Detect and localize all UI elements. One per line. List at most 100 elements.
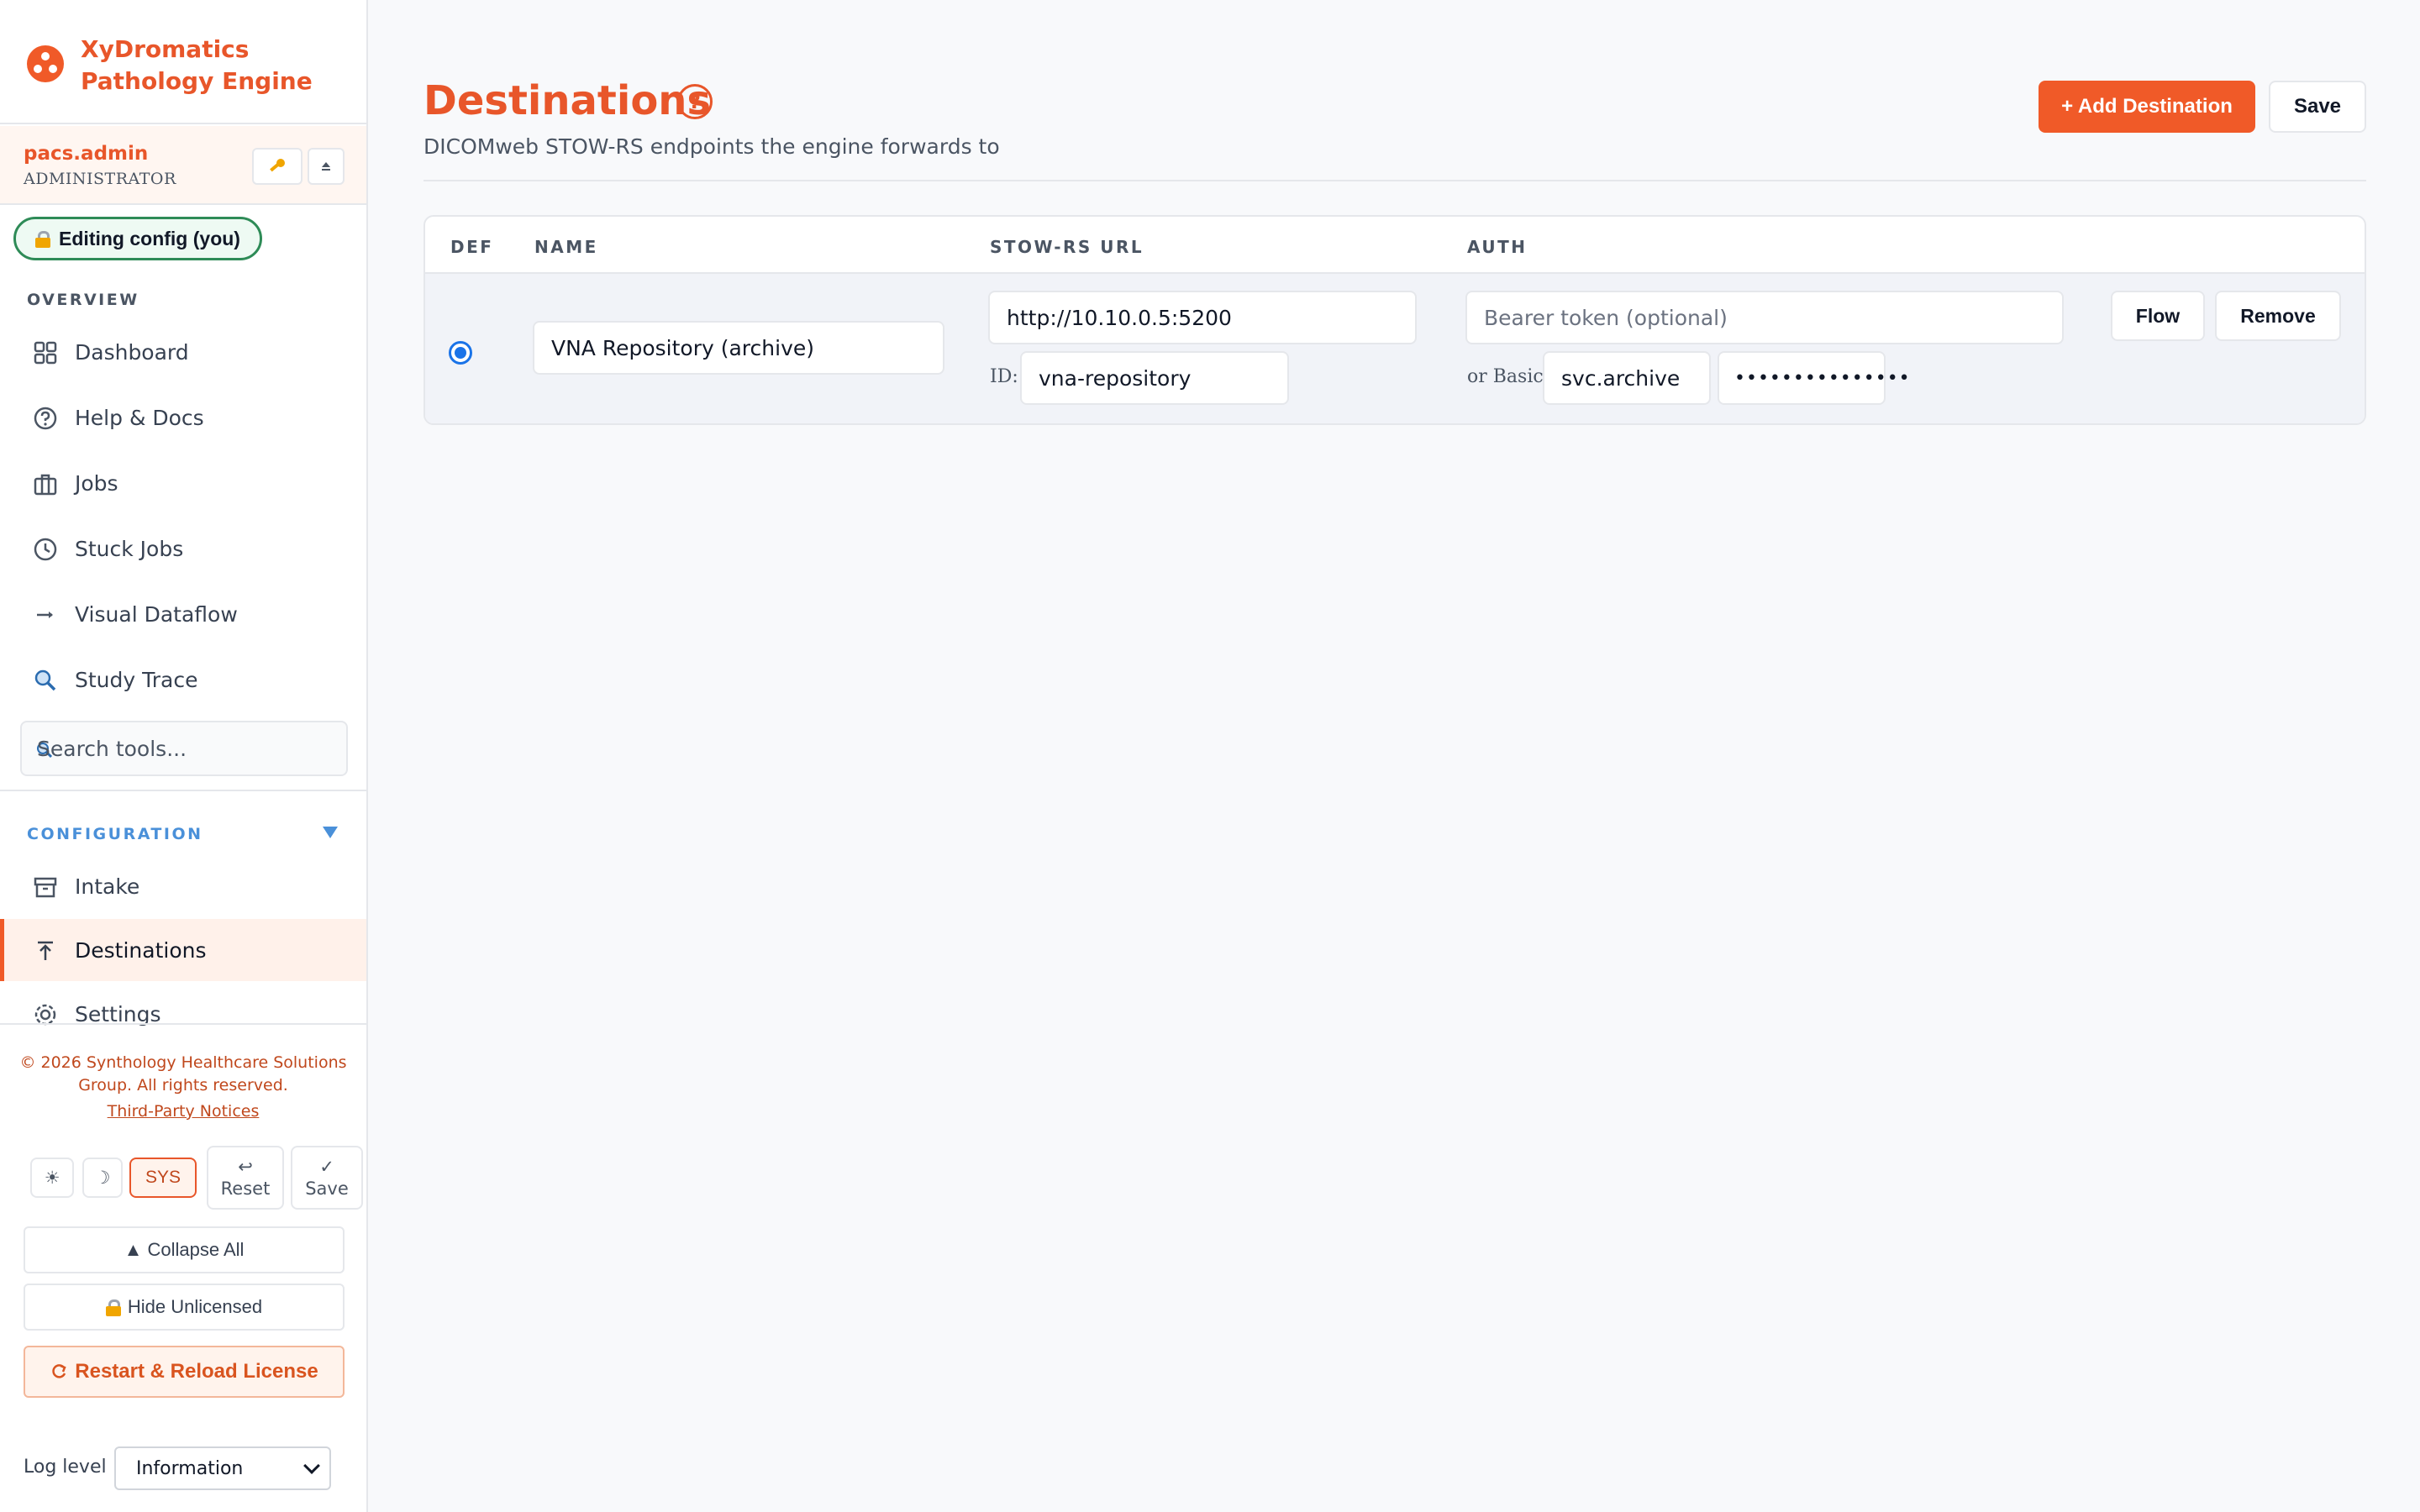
column-header-auth: AUTH (1467, 237, 1528, 257)
sidebar-divider (0, 790, 366, 791)
bearer-token-field (1465, 291, 2064, 344)
restart-label: Restart & Reload License (75, 1360, 318, 1383)
collapse-configuration-toggle[interactable] (323, 827, 338, 838)
editing-config-badge: Editing config (you) (13, 217, 262, 260)
sidebar-item-intake[interactable]: Intake (0, 855, 366, 917)
arrow-right-icon (37, 612, 53, 618)
basic-password-value: ••••••••••••••• (1734, 368, 1911, 389)
sidebar-item-help-docs[interactable]: Help & Docs (0, 386, 366, 449)
hide-unlicensed-label: Hide Unlicensed (127, 1296, 263, 1317)
help-icon (34, 407, 57, 430)
tool-search-box (20, 721, 348, 776)
log-level-select[interactable]: Information (114, 1446, 331, 1490)
eject-icon (322, 162, 330, 171)
collapse-all-button[interactable]: ▲ Collapse All (24, 1226, 345, 1273)
sidebar-item-label: Destinations (75, 937, 207, 963)
chevron-down-icon (303, 1457, 320, 1474)
moon-icon: ☽ (94, 1168, 111, 1188)
remove-button[interactable]: Remove (2215, 291, 2341, 341)
sidebar-item-dashboard[interactable]: Dashboard (0, 321, 366, 383)
sidebar-item-settings[interactable]: Settings (0, 983, 366, 1026)
destination-name-field (533, 321, 944, 375)
stow-url-input[interactable] (1007, 292, 1402, 343)
refresh-icon (52, 1364, 66, 1378)
save-label: Save (305, 1179, 349, 1199)
sidebar-item-label: Intake (75, 874, 140, 899)
editing-config-label: Editing config (you) (59, 227, 240, 249)
help-icon[interactable]: ? (677, 84, 713, 119)
basic-password-field[interactable]: ••••••••••••••• (1718, 351, 1910, 405)
add-destination-button[interactable]: + Add Destination (2039, 81, 2255, 133)
sidebar-item-label: Help & Docs (75, 405, 204, 430)
sidebar-item-stuck-jobs[interactable]: Stuck Jobs (0, 517, 366, 580)
theme-system-label: SYS (145, 1168, 182, 1187)
destination-name-input[interactable] (551, 323, 929, 373)
sidebar-item-destinations[interactable]: Destinations (0, 919, 366, 981)
destination-id-input[interactable] (1039, 353, 1274, 403)
bearer-token-input[interactable] (1484, 292, 2047, 343)
basic-auth-label: or Basic: (1467, 366, 1550, 387)
sidebar-footer-divider (0, 1023, 366, 1025)
destination-id-field (1020, 351, 1289, 405)
id-label: ID: (990, 366, 1018, 387)
sidebar-item-jobs[interactable]: Jobs (0, 452, 366, 514)
basic-user-input[interactable] (1561, 353, 1704, 403)
sidebar: XyDromatics Pathology Engine pacs.admin … (0, 0, 368, 1512)
flow-button[interactable]: Flow (2111, 291, 2205, 341)
log-level-value: Information (136, 1458, 244, 1479)
clock-icon (34, 538, 57, 561)
help-glyph: ? (689, 90, 701, 113)
sidebar-item-study-trace[interactable]: Study Trace (0, 648, 366, 711)
tool-search-input[interactable] (37, 722, 339, 774)
title-divider (424, 180, 2366, 181)
brand-line-2: Pathology Engine (81, 67, 313, 95)
reset-label: Reset (220, 1179, 271, 1199)
table-row: ID: or Basic: ••••••••••••••• Flow Remov… (425, 274, 2365, 423)
sidebar-scroll-clip: Settings (0, 983, 366, 1026)
destinations-table: DEF NAME STOW-RS URL AUTH ID: or Basic: (424, 215, 2366, 425)
theme-light-button[interactable]: ☀ (30, 1158, 74, 1198)
sun-icon: ☀ (44, 1168, 60, 1188)
archive-box-icon (34, 877, 57, 898)
overview-section-label: OVERVIEW (27, 291, 139, 309)
key-icon (270, 159, 285, 172)
stow-url-field (988, 291, 1417, 344)
lock-icon (35, 231, 51, 248)
sidebar-item-label: Visual Dataflow (75, 601, 238, 627)
sidebar-item-label: Dashboard (75, 339, 189, 365)
sidebar-item-label: Study Trace (75, 667, 198, 692)
upload-icon (38, 941, 53, 960)
page-title: Destinations (424, 77, 712, 124)
configuration-section-label: CONFIGURATION (27, 825, 203, 843)
sidebar-item-label: Jobs (75, 470, 118, 496)
briefcase-icon (34, 474, 57, 496)
default-destination-radio[interactable] (449, 341, 472, 365)
sidebar-item-visual-dataflow[interactable]: Visual Dataflow (0, 583, 366, 645)
reset-button[interactable]: ↩ Reset (207, 1146, 284, 1210)
check-icon: ✓ (319, 1157, 334, 1177)
lock-icon (105, 1299, 121, 1316)
brand-title: XyDromatics Pathology Engine (81, 34, 350, 97)
magnifier-icon (34, 669, 56, 691)
undo-icon: ↩ (238, 1157, 253, 1177)
user-role: ADMINISTRATOR (24, 170, 176, 188)
third-party-notices-link[interactable]: Third-Party Notices (0, 1102, 366, 1121)
user-panel: pacs.admin ADMINISTRATOR (0, 126, 366, 205)
change-password-button[interactable] (252, 148, 302, 185)
table-header: DEF NAME STOW-RS URL AUTH (425, 217, 2365, 274)
collapse-all-label: ▲ Collapse All (124, 1239, 245, 1260)
theme-dark-button[interactable]: ☽ (82, 1158, 123, 1198)
hide-unlicensed-button[interactable]: Hide Unlicensed (24, 1284, 345, 1331)
sidebar-save-button[interactable]: ✓ Save (291, 1146, 363, 1210)
restart-reload-license-button[interactable]: Restart & Reload License (24, 1346, 345, 1398)
column-header-url: STOW-RS URL (990, 237, 1144, 257)
user-name: pacs.admin (24, 143, 149, 165)
brand-line-1: XyDromatics (81, 35, 250, 63)
copyright-text: © 2026 Synthology Healthcare Solutions G… (19, 1053, 347, 1095)
sidebar-item-label: Stuck Jobs (75, 536, 184, 561)
theme-system-button[interactable]: SYS (129, 1158, 197, 1198)
column-header-name: NAME (534, 237, 598, 257)
save-button[interactable]: Save (2269, 81, 2366, 133)
logout-button[interactable] (308, 148, 345, 185)
column-header-def: DEF (450, 237, 494, 257)
